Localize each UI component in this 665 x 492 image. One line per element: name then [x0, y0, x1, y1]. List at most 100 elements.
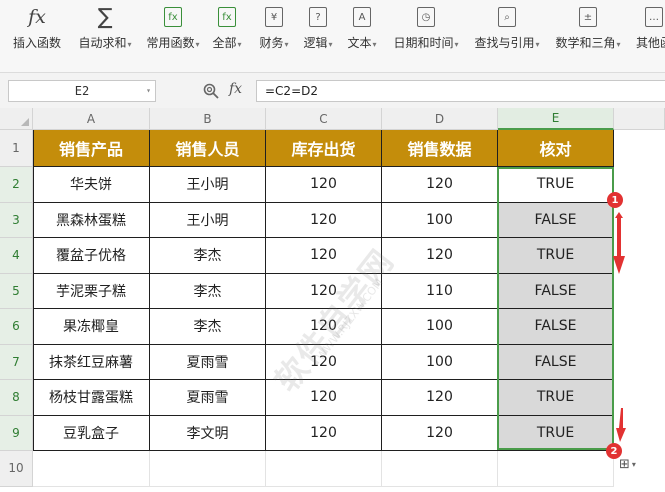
table-cell[interactable]: FALSE — [498, 344, 614, 380]
table-cell[interactable]: 120 — [266, 167, 382, 203]
table-cell[interactable]: 120 — [382, 415, 498, 451]
table-cell[interactable]: 王小明 — [150, 167, 266, 203]
table-header-cell[interactable]: 销售人员 — [150, 130, 266, 167]
column-header-b[interactable]: B — [150, 108, 266, 130]
table-cell[interactable]: 芋泥栗子糕 — [33, 273, 150, 309]
table-header-cell[interactable]: 库存出货 — [266, 130, 382, 167]
row-header-1[interactable]: 1 — [0, 130, 33, 167]
column-header-c[interactable]: C — [266, 108, 382, 130]
math-trig-button[interactable]: ± 数学和三角▾ — [554, 6, 622, 56]
row-header-9[interactable]: 9 — [0, 415, 33, 451]
autosum-button[interactable]: ∑ 自动求和▾ — [75, 4, 135, 56]
table-cell[interactable]: 120 — [266, 273, 382, 309]
math-trig-label: 数学和三角 — [555, 36, 616, 50]
table-cell[interactable]: 100 — [382, 344, 498, 380]
table-cell[interactable] — [150, 451, 266, 487]
table-cell[interactable]: 120 — [266, 202, 382, 238]
table-cell[interactable]: 李杰 — [150, 238, 266, 274]
table-cell[interactable]: 夏雨雪 — [150, 344, 266, 380]
row-header-5[interactable]: 5 — [0, 273, 33, 309]
fx-icon: fx — [28, 6, 46, 28]
text-button[interactable]: A 文本▾ — [346, 6, 378, 56]
table-cell[interactable]: TRUE — [498, 167, 614, 203]
table-cell[interactable]: 110 — [382, 273, 498, 309]
table-cell[interactable]: 覆盆子优格 — [33, 238, 150, 274]
lookup-reference-button[interactable]: ⌕ 查找与引用▾ — [472, 6, 542, 56]
table-cell[interactable]: 120 — [266, 380, 382, 416]
table-cell[interactable]: 杨枝甘露蛋糕 — [33, 380, 150, 416]
column-header-f[interactable] — [614, 108, 665, 130]
table-cell[interactable]: 120 — [382, 380, 498, 416]
column-header-e[interactable]: E — [498, 108, 614, 130]
fx-icon[interactable]: fx — [229, 81, 242, 97]
name-box-value: E2 — [74, 84, 90, 98]
table-cell[interactable]: 李杰 — [150, 309, 266, 345]
finance-button[interactable]: ¥ 财务▾ — [258, 6, 290, 56]
table-cell[interactable] — [498, 451, 614, 487]
spreadsheet-grid: ABCDE 1 2 3 4 5 6 7 8 9 10 销售产品 销售人员 库存出货 销售数据 核对华夫饼王… — [0, 108, 665, 492]
table-header-cell[interactable]: 核对 — [498, 130, 614, 167]
column-header-a[interactable]: A — [33, 108, 150, 130]
zoom-icon[interactable] — [203, 83, 219, 99]
table-header-cell[interactable]: 销售产品 — [33, 130, 150, 167]
row-header-7[interactable]: 7 — [0, 344, 33, 380]
table-cell[interactable]: FALSE — [498, 309, 614, 345]
table-cell[interactable]: TRUE — [498, 238, 614, 274]
table-cell[interactable]: 120 — [266, 309, 382, 345]
table-cell[interactable] — [266, 451, 382, 487]
other-functions-label: 其他函 — [635, 36, 665, 50]
all-functions-button[interactable]: fx 全部▾ — [212, 6, 242, 56]
date-time-button[interactable]: ◷ 日期和时间▾ — [392, 6, 460, 56]
row-header-4[interactable]: 4 — [0, 238, 33, 274]
insert-function-button[interactable]: fx 插入函数 — [12, 6, 62, 56]
table-cell[interactable]: 120 — [382, 167, 498, 203]
row-header-10[interactable]: 10 — [0, 451, 33, 487]
row-header-2[interactable]: 2 — [0, 167, 33, 203]
chevron-down-icon[interactable]: ▾ — [146, 86, 151, 95]
logic-button[interactable]: ? 逻辑▾ — [302, 6, 334, 56]
name-box[interactable]: E2 ▾ — [8, 80, 156, 102]
table-cell[interactable]: 100 — [382, 202, 498, 238]
sigma-icon: ∑ — [97, 4, 113, 30]
table-cell[interactable]: TRUE — [498, 415, 614, 451]
other-functions-button[interactable]: … 其他函 — [634, 6, 665, 56]
table-cell[interactable]: TRUE — [498, 380, 614, 416]
table-cell[interactable]: FALSE — [498, 202, 614, 238]
table-cell[interactable]: 120 — [266, 344, 382, 380]
table-cell[interactable]: 王小明 — [150, 202, 266, 238]
table-cell[interactable]: 120 — [382, 238, 498, 274]
table-cell[interactable]: 豆乳盒子 — [33, 415, 150, 451]
table-cell[interactable]: 夏雨雪 — [150, 380, 266, 416]
formula-bar: E2 ▾ fx =C2=D2 — [0, 73, 665, 109]
text-label: 文本 — [347, 36, 372, 50]
table-cell[interactable] — [382, 451, 498, 487]
row-header-8[interactable]: 8 — [0, 380, 33, 416]
finance-label: 财务 — [259, 36, 284, 50]
table-cell[interactable]: 李文明 — [150, 415, 266, 451]
clock-icon: ◷ — [415, 6, 437, 28]
insert-function-label: 插入函数 — [12, 36, 61, 50]
table-cell[interactable]: 100 — [382, 309, 498, 345]
table-cell[interactable]: 120 — [266, 415, 382, 451]
finance-icon: ¥ — [263, 6, 285, 28]
table-cell[interactable]: 抹茶红豆麻薯 — [33, 344, 150, 380]
chevron-down-icon: ▾ — [631, 459, 636, 469]
formula-ribbon: fx 插入函数 ∑ 自动求和▾ fx 常用函数▾ fx 全部▾ ¥ 财务▾ ? … — [0, 0, 665, 73]
all-functions-icon: fx — [216, 6, 238, 28]
table-cell[interactable]: 华夫饼 — [33, 167, 150, 203]
row-header-6[interactable]: 6 — [0, 309, 33, 345]
table-cell[interactable]: 黑森林蛋糕 — [33, 202, 150, 238]
paste-options-button[interactable]: ⊞ ▾ — [619, 455, 647, 473]
select-all-corner[interactable] — [0, 108, 33, 130]
table-cell[interactable]: FALSE — [498, 273, 614, 309]
table-header-cell[interactable]: 销售数据 — [382, 130, 498, 167]
row-header-3[interactable]: 3 — [0, 202, 33, 238]
column-header-d[interactable]: D — [382, 108, 498, 130]
logic-icon: ? — [307, 6, 329, 28]
table-cell[interactable]: 果冻椰皇 — [33, 309, 150, 345]
table-cell[interactable]: 120 — [266, 238, 382, 274]
formula-input[interactable]: =C2=D2 — [256, 80, 665, 102]
common-functions-button[interactable]: fx 常用函数▾ — [144, 6, 202, 56]
table-cell[interactable]: 李杰 — [150, 273, 266, 309]
table-cell[interactable] — [33, 451, 150, 487]
